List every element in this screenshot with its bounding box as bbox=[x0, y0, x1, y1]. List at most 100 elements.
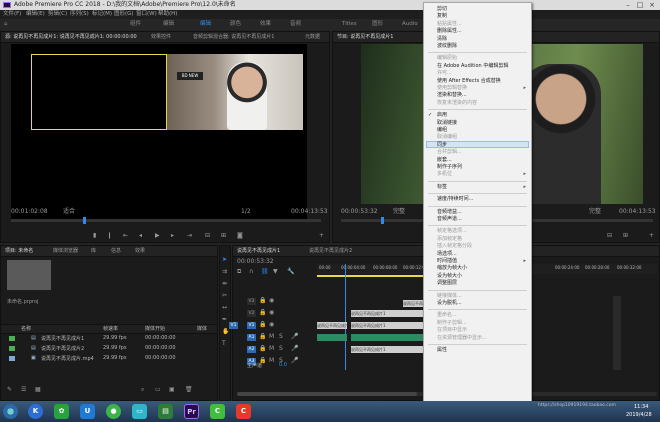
lock-icon[interactable]: 🔒 bbox=[259, 345, 266, 353]
selection-box[interactable] bbox=[31, 54, 167, 130]
tab-project[interactable]: 项目: 未命名 bbox=[5, 246, 33, 256]
context-menu-item[interactable]: 使用 After Effects 合成替换 bbox=[437, 78, 501, 84]
context-menu-item[interactable]: 在 Adobe Audition 中编辑剪辑 bbox=[437, 63, 508, 69]
context-menu-item[interactable]: 缩放为帧大小 bbox=[437, 265, 467, 271]
tab-metadata[interactable]: 元数据 bbox=[305, 32, 320, 42]
icon-view-icon[interactable]: ▦ bbox=[35, 386, 41, 394]
lift-icon[interactable]: ⊟ bbox=[607, 232, 612, 240]
tab-program[interactable]: 节目: 说再见不再见成片1 bbox=[337, 32, 393, 42]
menu-window[interactable]: 窗口(W) bbox=[136, 10, 157, 19]
step-back-icon[interactable]: ◂ bbox=[139, 232, 142, 240]
app-ball-icon[interactable]: ● bbox=[106, 404, 121, 419]
app-u-icon[interactable]: U bbox=[80, 404, 95, 419]
column-media-start[interactable]: 媒体开始 bbox=[145, 325, 165, 333]
column-frame-rate[interactable]: 帧速率 bbox=[103, 325, 118, 333]
workspace-tab[interactable]: 组件 bbox=[130, 19, 141, 30]
source-scrub-bar[interactable] bbox=[11, 217, 321, 224]
context-menu-item[interactable]: 嵌套... bbox=[437, 157, 452, 163]
timeline-clip[interactable]: 说再见不再见成片1 bbox=[351, 310, 427, 317]
label-color-swatch[interactable] bbox=[9, 336, 15, 341]
lock-icon[interactable]: 🔒 bbox=[259, 297, 266, 305]
maximize-icon[interactable]: □ bbox=[636, 1, 644, 9]
source-timecode-in[interactable]: 00:01:02:08 bbox=[11, 208, 48, 216]
razor-tool-icon[interactable]: ✂ bbox=[222, 292, 227, 300]
tab-effects[interactable]: 效果 bbox=[135, 246, 145, 256]
timeline-clip[interactable]: 说再见不再见成片1 bbox=[351, 346, 427, 353]
app-camtasia-red-icon[interactable]: C bbox=[236, 404, 251, 419]
context-menu-item[interactable]: 启用 bbox=[437, 112, 447, 118]
extract-icon[interactable]: ⊞ bbox=[623, 232, 628, 240]
project-row[interactable]: ▣ 说再见不再见成片.mp4 29.99 fps 00:00:00:00 bbox=[1, 354, 217, 363]
context-menu-item[interactable]: 渲染和替换... bbox=[437, 92, 467, 98]
context-menu-item[interactable]: 清除 bbox=[437, 36, 447, 42]
eye-icon[interactable]: ◉ bbox=[269, 297, 274, 305]
context-menu-item[interactable]: 剪切 bbox=[437, 6, 447, 12]
source-patch-v1[interactable]: V1 bbox=[229, 322, 238, 329]
workspace-tab[interactable]: Titles bbox=[342, 19, 357, 30]
microphone-icon[interactable]: 🎤 bbox=[291, 345, 298, 353]
tab-sequence-1[interactable]: 说再见不再见成片1 bbox=[237, 246, 280, 256]
app-leaf-icon[interactable]: ✿ bbox=[54, 404, 69, 419]
program-playhead[interactable] bbox=[381, 217, 384, 224]
premiere-taskbar-icon[interactable]: Pr bbox=[184, 404, 199, 419]
lock-icon[interactable]: 🔒 bbox=[259, 321, 266, 329]
tab-source[interactable]: 源: 说再见不再见成片1: 说再见不再见成片1: 00:00:00:00 bbox=[5, 32, 137, 42]
solo-icon[interactable]: S bbox=[279, 345, 283, 353]
context-menu-item[interactable]: 编组 bbox=[437, 127, 447, 133]
track-select-tool-icon[interactable]: ⇉ bbox=[222, 268, 227, 276]
slip-tool-icon[interactable]: ↔ bbox=[222, 304, 227, 312]
menu-edit[interactable]: 编辑(E) bbox=[26, 10, 45, 19]
button-editor-icon[interactable]: + bbox=[319, 232, 324, 240]
minimize-icon[interactable]: – bbox=[624, 1, 632, 9]
track-target-a1[interactable]: A1 bbox=[247, 334, 256, 341]
audio-clip[interactable] bbox=[317, 334, 347, 341]
source-scale-select[interactable]: 1/2 bbox=[241, 208, 251, 216]
app-chart-icon[interactable]: ▤ bbox=[158, 404, 173, 419]
project-row[interactable]: ▤ 说再见不再见成片2 29.99 fps 00:00:00:00 bbox=[1, 344, 217, 353]
mute-icon[interactable]: M bbox=[269, 345, 274, 353]
program-timecode[interactable]: 00:00:53:32 bbox=[341, 208, 378, 216]
search-icon[interactable]: ⌕ bbox=[141, 386, 144, 394]
add-marker-icon[interactable]: ▼ bbox=[273, 268, 278, 276]
nest-toggle-icon[interactable]: ⧉ bbox=[237, 268, 241, 276]
snap-icon[interactable]: ∩ bbox=[249, 268, 253, 276]
context-menu-item[interactable]: 设为脱机... bbox=[437, 300, 462, 306]
workspace-tab[interactable]: Audio bbox=[402, 19, 418, 30]
overwrite-icon[interactable]: ⊞ bbox=[221, 232, 226, 240]
new-item-icon[interactable]: ▣ bbox=[169, 386, 175, 394]
workspace-tab[interactable]: 图形 bbox=[372, 19, 383, 30]
selection-tool-icon[interactable]: ➤ bbox=[222, 256, 227, 264]
workspace-tab[interactable]: 效果 bbox=[260, 19, 271, 30]
context-menu-item[interactable]: 音频增益... bbox=[437, 209, 462, 215]
workspace-tab[interactable]: 编辑 bbox=[163, 19, 174, 30]
context-menu-item[interactable]: 时间插值 bbox=[437, 258, 457, 264]
lock-icon[interactable]: 🔒 bbox=[259, 309, 266, 317]
eye-icon[interactable]: ◉ bbox=[269, 309, 274, 317]
mark-in-icon[interactable]: ▮ bbox=[93, 232, 96, 240]
app-monitor-icon[interactable]: ▭ bbox=[132, 404, 147, 419]
menu-marker[interactable]: 标记(M) bbox=[92, 10, 112, 19]
step-forward-icon[interactable]: ▸ bbox=[171, 232, 174, 240]
app-camtasia-icon[interactable]: C bbox=[210, 404, 225, 419]
microphone-icon[interactable]: 🎤 bbox=[291, 357, 298, 365]
context-menu-item[interactable]: 波纹删除 bbox=[437, 43, 457, 49]
lock-icon[interactable]: 🔒 bbox=[259, 333, 266, 341]
context-menu-item[interactable]: 速度/持续时间... bbox=[437, 196, 473, 202]
menu-help[interactable]: 帮助(H) bbox=[158, 10, 177, 19]
type-tool-icon[interactable]: T bbox=[222, 340, 226, 348]
menu-sequence[interactable]: 序列(S) bbox=[70, 10, 89, 19]
tab-effect-controls[interactable]: 效果控件 bbox=[151, 32, 171, 42]
microphone-icon[interactable]: 🎤 bbox=[291, 333, 298, 341]
tab-audio-mixer[interactable]: 音频剪辑混合器: 说再见不再见成片1 bbox=[193, 32, 274, 42]
context-menu-item[interactable]: 同步 bbox=[437, 142, 447, 148]
program-fit-select[interactable]: 完整 bbox=[393, 208, 405, 216]
track-target-v2[interactable]: V2 bbox=[247, 310, 256, 317]
track-target-v1[interactable]: V1 bbox=[247, 322, 256, 329]
start-button-icon[interactable] bbox=[3, 404, 18, 419]
menu-clip[interactable]: 剪辑(C) bbox=[48, 10, 67, 19]
context-menu-item[interactable]: 场选项... bbox=[437, 251, 457, 257]
timeline-clip[interactable]: 说再见不再见成片1 bbox=[403, 300, 425, 307]
source-fit-select[interactable]: 适合 bbox=[63, 208, 75, 216]
insert-icon[interactable]: ⊟ bbox=[205, 232, 210, 240]
pen-tool-icon[interactable]: ✒ bbox=[222, 316, 227, 324]
